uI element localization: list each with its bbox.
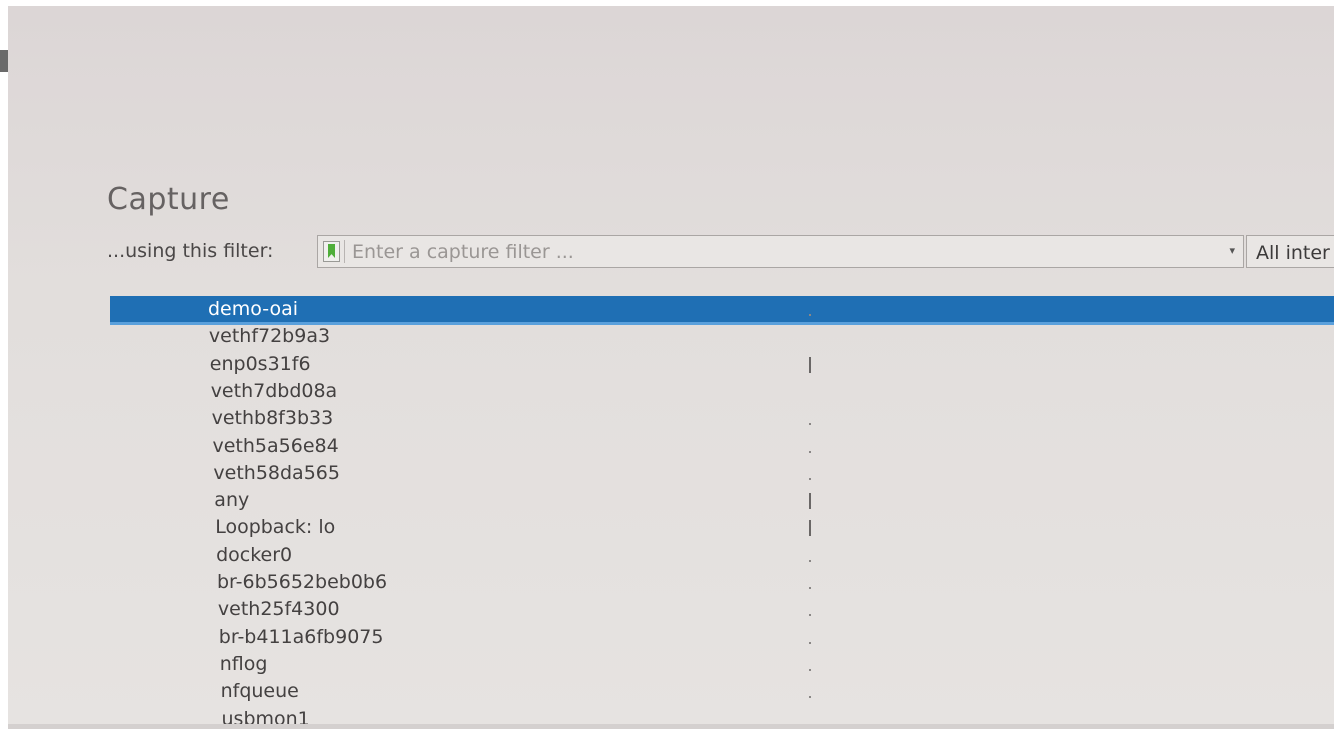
interface-row[interactable]: docker0 <box>110 542 1334 570</box>
interface-name: veth25f4300 <box>217 598 340 621</box>
interface-row[interactable]: Loopback: lo <box>110 514 1334 542</box>
traffic-sparkline <box>809 614 811 617</box>
interface-row[interactable]: veth58da565 <box>110 460 1334 488</box>
capture-filter-label: ...using this filter: <box>107 240 274 262</box>
interface-row[interactable]: demo-oai <box>110 296 1334 325</box>
interfaces-filter-dropdown[interactable]: All inter <box>1246 235 1334 268</box>
traffic-sparkline <box>809 520 811 537</box>
traffic-sparkline <box>809 356 811 373</box>
traffic-sparkline <box>809 450 811 453</box>
interface-row[interactable]: nflog <box>110 651 1334 679</box>
interface-name: any <box>214 489 250 512</box>
interface-name: nflog <box>219 652 268 675</box>
interface-name: nfqueue <box>220 680 299 703</box>
interface-name: vethf72b9a3 <box>208 325 331 348</box>
traffic-sparkline <box>809 559 811 562</box>
interface-row[interactable]: nfqueue <box>110 678 1334 706</box>
interface-name: demo-oai <box>208 298 298 320</box>
interface-row[interactable]: vethf72b9a3 <box>110 323 1334 351</box>
interface-name: enp0s31f6 <box>209 352 311 375</box>
interface-name: br-6b5652beb0b6 <box>217 571 388 593</box>
interface-name: br-b411a6fb9075 <box>218 625 384 648</box>
interface-name: vethb8f3b33 <box>211 407 334 430</box>
interface-row[interactable]: veth5a56e84 <box>110 433 1334 461</box>
traffic-sparkline <box>809 477 811 480</box>
interface-list[interactable]: demo-oai vethf72b9a3 enp0s31f6 veth7dbd08a v… <box>110 296 1334 724</box>
capture-filter-combobox[interactable]: ▾ <box>317 235 1244 268</box>
traffic-sparkline <box>809 668 811 671</box>
traffic-sparkline <box>809 641 811 644</box>
interface-name: veth7dbd08a <box>210 379 338 402</box>
traffic-sparkline <box>809 493 811 510</box>
interface-row[interactable]: veth25f4300 <box>110 596 1334 624</box>
traffic-sparkline <box>809 587 811 589</box>
interface-row[interactable]: enp0s31f6 <box>110 351 1334 379</box>
window-edge-tab <box>0 50 8 72</box>
interface-row[interactable]: veth7dbd08a <box>110 378 1334 406</box>
chevron-down-icon[interactable]: ▾ <box>1229 244 1235 257</box>
interface-row[interactable]: any <box>110 487 1334 515</box>
interface-name: veth58da565 <box>213 461 340 484</box>
capture-section-title: Capture <box>107 182 230 217</box>
filter-separator <box>344 240 345 263</box>
interface-name: docker0 <box>216 543 293 566</box>
interface-name: Loopback: lo <box>215 516 336 539</box>
interface-row[interactable]: br-6b5652beb0b6 <box>110 569 1334 597</box>
welcome-screen: Capture ...using this filter: ▾ All inte… <box>8 6 1334 724</box>
traffic-sparkline <box>809 696 811 699</box>
capture-filter-input[interactable] <box>352 238 1192 266</box>
interface-row[interactable]: br-b411a6fb9075 <box>110 624 1334 652</box>
interface-row[interactable]: usbmon1 <box>110 706 1334 725</box>
bookmark-icon[interactable] <box>323 241 340 262</box>
traffic-sparkline <box>809 423 811 426</box>
interface-name: usbmon1 <box>221 707 310 725</box>
interface-row[interactable]: vethb8f3b33 <box>110 405 1334 433</box>
traffic-sparkline <box>809 314 811 316</box>
interface-name: veth5a56e84 <box>212 434 339 457</box>
